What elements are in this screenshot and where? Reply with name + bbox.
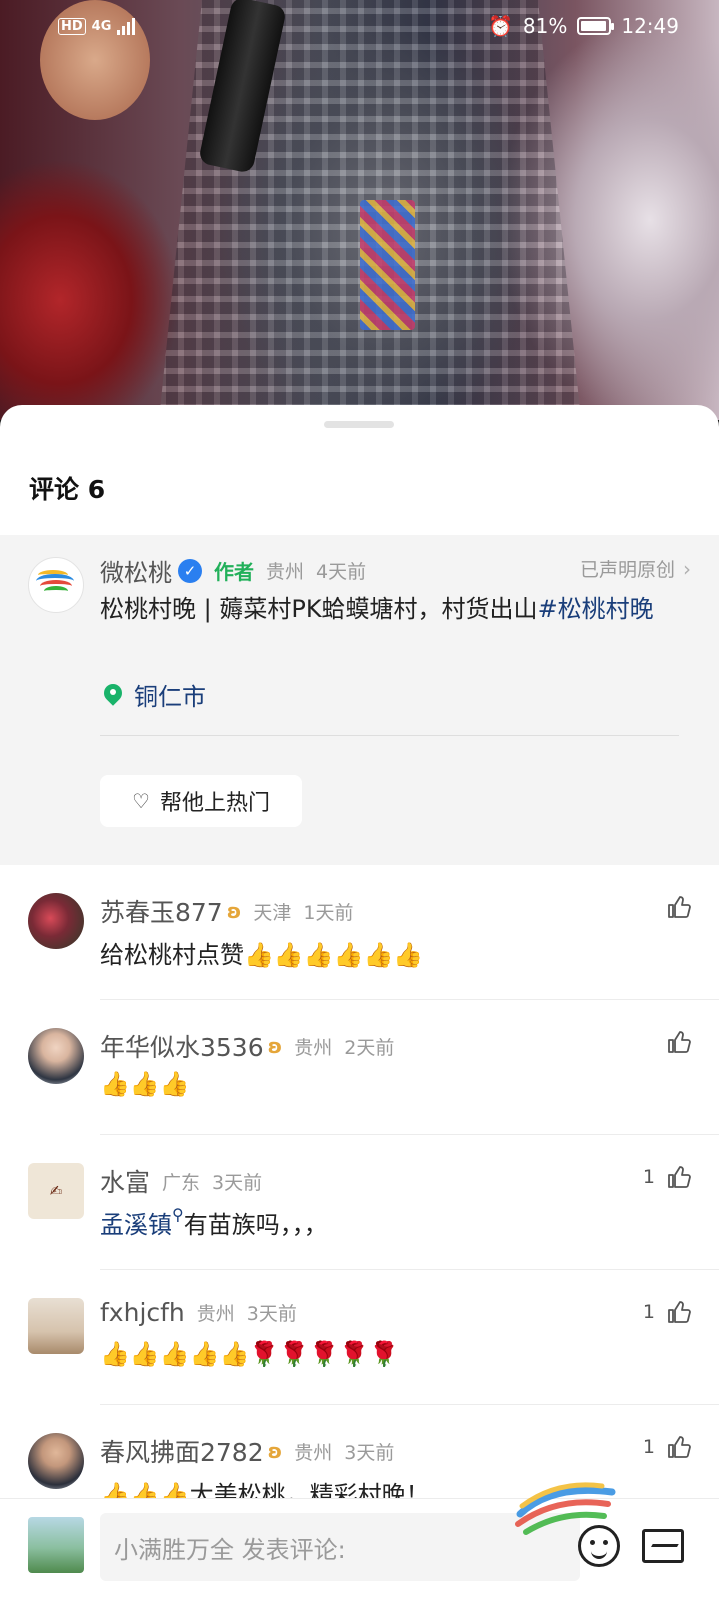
promote-label: 帮他上热门 [159,791,270,816]
thumbs-up-icon [667,1435,691,1459]
like-button[interactable]: 1 [643,1165,691,1189]
comment-item: ✍ 水富 广东 3天前 孟溪镇⚲有苗族吗，，， 1 [0,1135,719,1270]
ribbon-badge-icon: ʚ [267,1439,283,1463]
comment-emoji: 👍👍👍👍👍👍 [244,941,424,969]
like-button[interactable] [655,1030,691,1054]
commenter-name[interactable]: 春风拂面2782 [100,1433,264,1469]
commenter-avatar[interactable] [28,1433,84,1489]
comment-region: 贵州 [294,1441,333,1464]
location-label: 铜仁市 [134,683,206,711]
comment-topic-link[interactable]: 孟溪镇 [100,1211,172,1239]
heart-icon: ♡ [132,789,150,813]
signal-icon [117,17,136,35]
comment-item: 年华似水3536 ʚ 贵州 2天前 👍👍👍 [0,1000,719,1135]
post-block: 微松桃 ✓ 作者 贵州 4天前 已声明原创 › 松桃村晚 | 薅菜村PK蛤蟆塘村… [0,535,719,865]
battery-percent: 81% [522,14,568,38]
comment-header: 年华似水3536 ʚ 贵州 2天前 [100,1028,394,1064]
like-button[interactable] [655,895,691,919]
author-name[interactable]: 微松桃 [100,553,172,588]
clock: 12:49 [621,14,679,38]
comments-sheet: 评论 6 微松桃 ✓ 作者 贵州 4天前 已声明原创 › 松桃村晚 | 薅菜村P… [0,405,719,1600]
video-embroidery [360,200,415,330]
comment-time: 3天前 [344,1441,395,1464]
commenter-avatar[interactable] [28,1028,84,1084]
comment-emoji: 👍👍👍👍👍🌹🌹🌹🌹🌹 [100,1340,399,1368]
search-icon: ⚲ [172,1205,184,1224]
image-icon[interactable] [642,1529,684,1563]
hd-icon: HD [58,17,86,35]
comment-header: 水富 广东 3天前 [100,1163,262,1199]
post-text: 松桃村晚 | 薅菜村PK蛤蟆塘村，村货出山#松桃村晚 [100,592,690,627]
location-pin-icon [104,684,122,706]
post-region: 贵州 [266,561,305,583]
commenter-name[interactable]: 水富 [100,1163,150,1199]
like-count: 1 [642,1301,655,1323]
thumbs-up-icon [667,1165,691,1189]
thumbs-up-icon [667,895,691,919]
comment-region: 广东 [162,1171,201,1194]
comment-header: 春风拂面2782 ʚ 贵州 3天前 [100,1433,394,1469]
comment-body: 有苗族吗，，， [183,1211,328,1239]
post-text-body: 松桃村晚 | 薅菜村PK蛤蟆塘村，村货出山 [100,595,538,623]
original-declaration[interactable]: 已声明原创 › [580,555,691,582]
comment-region: 天津 [253,901,292,924]
comment-text: 👍👍👍 [100,1070,190,1098]
comment-emoji: 👍👍👍 [100,1070,190,1098]
comment-item: fxhjcfh 贵州 3天前 👍👍👍👍👍🌹🌹🌹🌹🌹 1 [0,1270,719,1405]
comment-region: 贵州 [294,1036,333,1059]
ribbon-badge-icon: ʚ [226,899,242,923]
my-avatar[interactable] [28,1517,84,1573]
comment-text: 给松桃村点赞👍👍👍👍👍👍 [100,935,423,970]
video-background[interactable] [0,0,719,420]
thumbs-up-icon [667,1030,691,1054]
post-location[interactable]: 铜仁市 [104,677,206,712]
comment-time: 3天前 [246,1303,297,1325]
net-type: 4G [91,18,112,34]
comment-item: 苏春玉877 ʚ 天津 1天前 给松桃村点赞👍👍👍👍👍👍 [0,865,719,1000]
verified-icon: ✓ [178,558,202,583]
sheet-drag-handle[interactable] [324,421,394,428]
songtao-watermark-icon [515,1482,616,1535]
comment-header: 苏春玉877 ʚ 天津 1天前 [100,893,353,929]
comment-body: 给松桃村点赞 [100,941,244,969]
post-divider [100,735,679,736]
commenter-name[interactable]: fxhjcfh [100,1298,185,1327]
comment-text: 孟溪镇⚲有苗族吗，，， [100,1205,328,1240]
comment-time: 3天前 [212,1171,263,1194]
commenter-name[interactable]: 年华似水3536 [100,1028,264,1064]
author-avatar[interactable] [28,557,84,613]
post-hashtag[interactable]: #松桃村晚 [538,595,654,623]
comments-title: 评论 6 [29,475,106,504]
comment-header: fxhjcfh 贵州 3天前 [100,1298,297,1327]
like-count: 1 [642,1436,655,1458]
battery-icon [577,17,615,35]
thumbs-up-icon [667,1300,691,1324]
comment-region: 贵州 [196,1303,235,1325]
status-left: HD 4G [58,17,136,35]
commenter-avatar[interactable] [28,893,84,949]
original-label: 已声明原创 [579,559,675,581]
comment-time: 2天前 [344,1036,395,1059]
author-tag: 作者 [214,560,254,584]
commenter-avatar[interactable] [28,1298,84,1354]
promote-button[interactable]: ♡ 帮他上热门 [100,775,302,827]
status-bar: HD 4G ⏰ 81% 12:49 [0,0,719,52]
comment-text: 👍👍👍👍👍🌹🌹🌹🌹🌹 [100,1340,399,1368]
like-button[interactable]: 1 [643,1435,691,1459]
alarm-icon: ⏰ [488,14,513,38]
post-time: 4天前 [316,561,367,583]
like-button[interactable]: 1 [643,1300,691,1324]
comment-input[interactable]: 小满胜万全 发表评论: [100,1513,580,1581]
commenter-avatar[interactable]: ✍ [28,1163,84,1219]
status-right: ⏰ 81% 12:49 [488,14,679,38]
comment-time: 1天前 [303,901,354,924]
songtao-logo-icon [34,570,78,600]
chevron-right-icon: › [683,556,691,581]
commenter-name[interactable]: 苏春玉877 [100,893,223,929]
like-count: 1 [642,1166,655,1188]
ribbon-badge-icon: ʚ [267,1034,283,1058]
